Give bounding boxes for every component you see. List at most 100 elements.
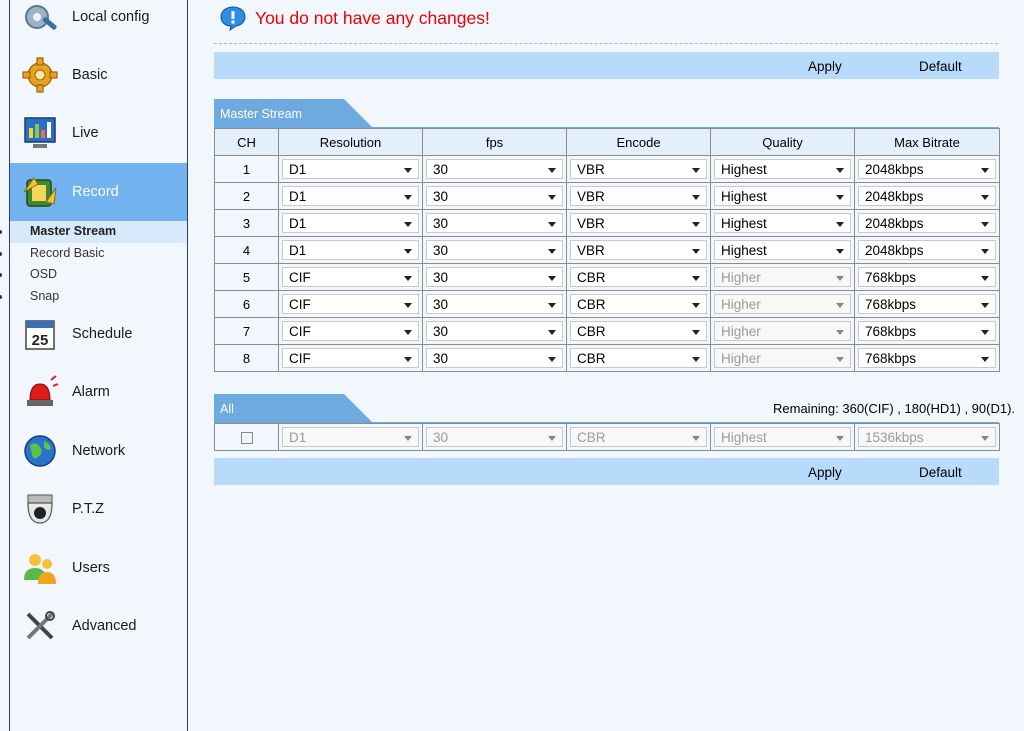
all-bitrate-select[interactable]: 1536kbps xyxy=(858,427,996,447)
apply-button[interactable]: Apply xyxy=(808,458,842,485)
sidebar-item-users[interactable]: Users xyxy=(10,539,187,597)
tab-label: All xyxy=(220,402,234,416)
remaining-capacity: Remaining: 360(CIF) , 180(HD1) , 90(D1). xyxy=(773,401,1016,416)
encode-select[interactable]: CBR xyxy=(570,321,707,341)
table-header-row: CH Resolution fps Encode Quality Max Bit… xyxy=(214,128,1000,156)
all-checkbox-cell xyxy=(214,423,279,451)
col-header-ch: CH xyxy=(214,128,279,156)
quality-select[interactable]: Higher xyxy=(714,348,851,368)
cell: D1 xyxy=(278,209,423,237)
submenu-item-record-basic[interactable]: Record Basic xyxy=(0,243,187,265)
fps-select[interactable]: 30 xyxy=(426,240,563,260)
all-encode-select[interactable]: CBR xyxy=(570,427,707,447)
apply-all-checkbox[interactable] xyxy=(240,432,253,445)
all-channels-table: D1 30 CBR Highest 1536kbps xyxy=(214,423,1000,451)
notice-text: You do not have any changes! xyxy=(255,7,490,28)
resolution-select[interactable]: D1 xyxy=(282,240,419,260)
cell: Highest xyxy=(710,155,855,183)
table-row: D1 30 CBR Highest 1536kbps xyxy=(214,423,1000,451)
fps-select[interactable]: 30 xyxy=(426,348,563,368)
fps-select[interactable]: 30 xyxy=(426,267,563,287)
sidebar-item-live[interactable]: Live xyxy=(10,104,187,162)
col-header-fps: fps xyxy=(422,128,567,156)
table-row: 2 D1 30 VBR Highest 2048kbps xyxy=(214,182,1000,210)
cell: CIF xyxy=(278,263,423,291)
bitrate-select[interactable]: 2048kbps xyxy=(858,159,996,179)
default-button[interactable]: Default xyxy=(919,458,962,485)
fps-select[interactable]: 30 xyxy=(426,159,563,179)
all-fps-select[interactable]: 30 xyxy=(426,427,563,447)
sidebar-item-record[interactable]: Record xyxy=(10,163,187,221)
submenu-item-osd[interactable]: OSD xyxy=(0,264,187,286)
resolution-select[interactable]: D1 xyxy=(282,186,419,206)
quality-select[interactable]: Highest xyxy=(714,159,851,179)
fps-select[interactable]: 30 xyxy=(426,321,563,341)
cell: CIF xyxy=(278,344,423,372)
encode-select[interactable]: VBR xyxy=(570,213,707,233)
quality-select[interactable]: Highest xyxy=(714,213,851,233)
sidebar-item-network[interactable]: Network xyxy=(10,422,187,480)
all-resolution-select[interactable]: D1 xyxy=(282,427,419,447)
resolution-select[interactable]: CIF xyxy=(282,348,419,368)
resolution-select[interactable]: CIF xyxy=(282,267,419,287)
sidebar-panel: Local config Basic Live Record Master St… xyxy=(0,0,188,731)
sidebar-item-alarm[interactable]: Alarm xyxy=(10,363,187,421)
submenu-item-snap[interactable]: Snap xyxy=(0,286,187,308)
bitrate-select[interactable]: 2048kbps xyxy=(858,240,996,260)
fps-select[interactable]: 30 xyxy=(426,213,563,233)
sidebar-item-ptz[interactable]: P.T.Z xyxy=(10,480,187,538)
apply-button[interactable]: Apply xyxy=(808,52,842,79)
bullet xyxy=(0,251,2,256)
fps-select[interactable]: 30 xyxy=(426,186,563,206)
cell: VBR xyxy=(566,209,711,237)
table-row: 6 CIF 30 CBR Higher 768kbps xyxy=(214,290,1000,318)
sidebar: Local config Basic Live Record Master St… xyxy=(0,0,199,731)
film-icon xyxy=(23,177,57,207)
encode-select[interactable]: VBR xyxy=(570,240,707,260)
bitrate-select[interactable]: 768kbps xyxy=(858,294,996,314)
cell: Highest xyxy=(710,236,855,264)
ch-cell: 5 xyxy=(214,263,279,291)
sidebar-item-local-config[interactable]: Local config xyxy=(10,0,187,46)
calendar-icon: 25 xyxy=(25,320,55,350)
default-button[interactable]: Default xyxy=(919,52,962,79)
bitrate-select[interactable]: 768kbps xyxy=(858,348,996,368)
encode-select[interactable]: CBR xyxy=(570,267,707,287)
bitrate-select[interactable]: 2048kbps xyxy=(858,213,996,233)
quality-select[interactable]: Highest xyxy=(714,240,851,260)
cell: D1 xyxy=(278,155,423,183)
resolution-select[interactable]: D1 xyxy=(282,159,419,179)
monitor-chart-icon xyxy=(24,117,56,148)
quality-select[interactable]: Higher xyxy=(714,294,851,314)
bullet xyxy=(0,294,2,299)
cell: 2048kbps xyxy=(854,236,1000,264)
encode-select[interactable]: VBR xyxy=(570,186,707,206)
resolution-select[interactable]: CIF xyxy=(282,294,419,314)
sidebar-item-label: Basic xyxy=(72,67,108,83)
bitrate-select[interactable]: 768kbps xyxy=(858,267,996,287)
quality-select[interactable]: Higher xyxy=(714,267,851,287)
sidebar-item-advanced[interactable]: Advanced xyxy=(10,597,187,655)
quality-select[interactable]: Highest xyxy=(714,186,851,206)
resolution-select[interactable]: CIF xyxy=(282,321,419,341)
submenu-item-master-stream[interactable]: Master Stream xyxy=(0,221,187,243)
resolution-select[interactable]: D1 xyxy=(282,213,419,233)
sidebar-item-basic[interactable]: Basic xyxy=(10,46,187,104)
cell: VBR xyxy=(566,182,711,210)
encode-select[interactable]: VBR xyxy=(570,159,707,179)
all-quality-select[interactable]: Highest xyxy=(714,427,851,447)
cell: Higher xyxy=(710,344,855,372)
bitrate-select[interactable]: 768kbps xyxy=(858,321,996,341)
encode-select[interactable]: CBR xyxy=(570,348,707,368)
cell: 30 xyxy=(422,290,567,318)
bitrate-select[interactable]: 2048kbps xyxy=(858,186,996,206)
encode-select[interactable]: CBR xyxy=(570,294,707,314)
sidebar-item-schedule[interactable]: 25 Schedule xyxy=(10,305,187,363)
fps-select[interactable]: 30 xyxy=(426,294,563,314)
cell: 30 xyxy=(422,155,567,183)
cell: 768kbps xyxy=(854,263,1000,291)
tab-master-stream[interactable]: Master Stream xyxy=(214,99,374,127)
table-row: 7 CIF 30 CBR Higher 768kbps xyxy=(214,317,1000,345)
quality-select[interactable]: Higher xyxy=(714,321,851,341)
tab-all[interactable]: All xyxy=(214,394,374,422)
